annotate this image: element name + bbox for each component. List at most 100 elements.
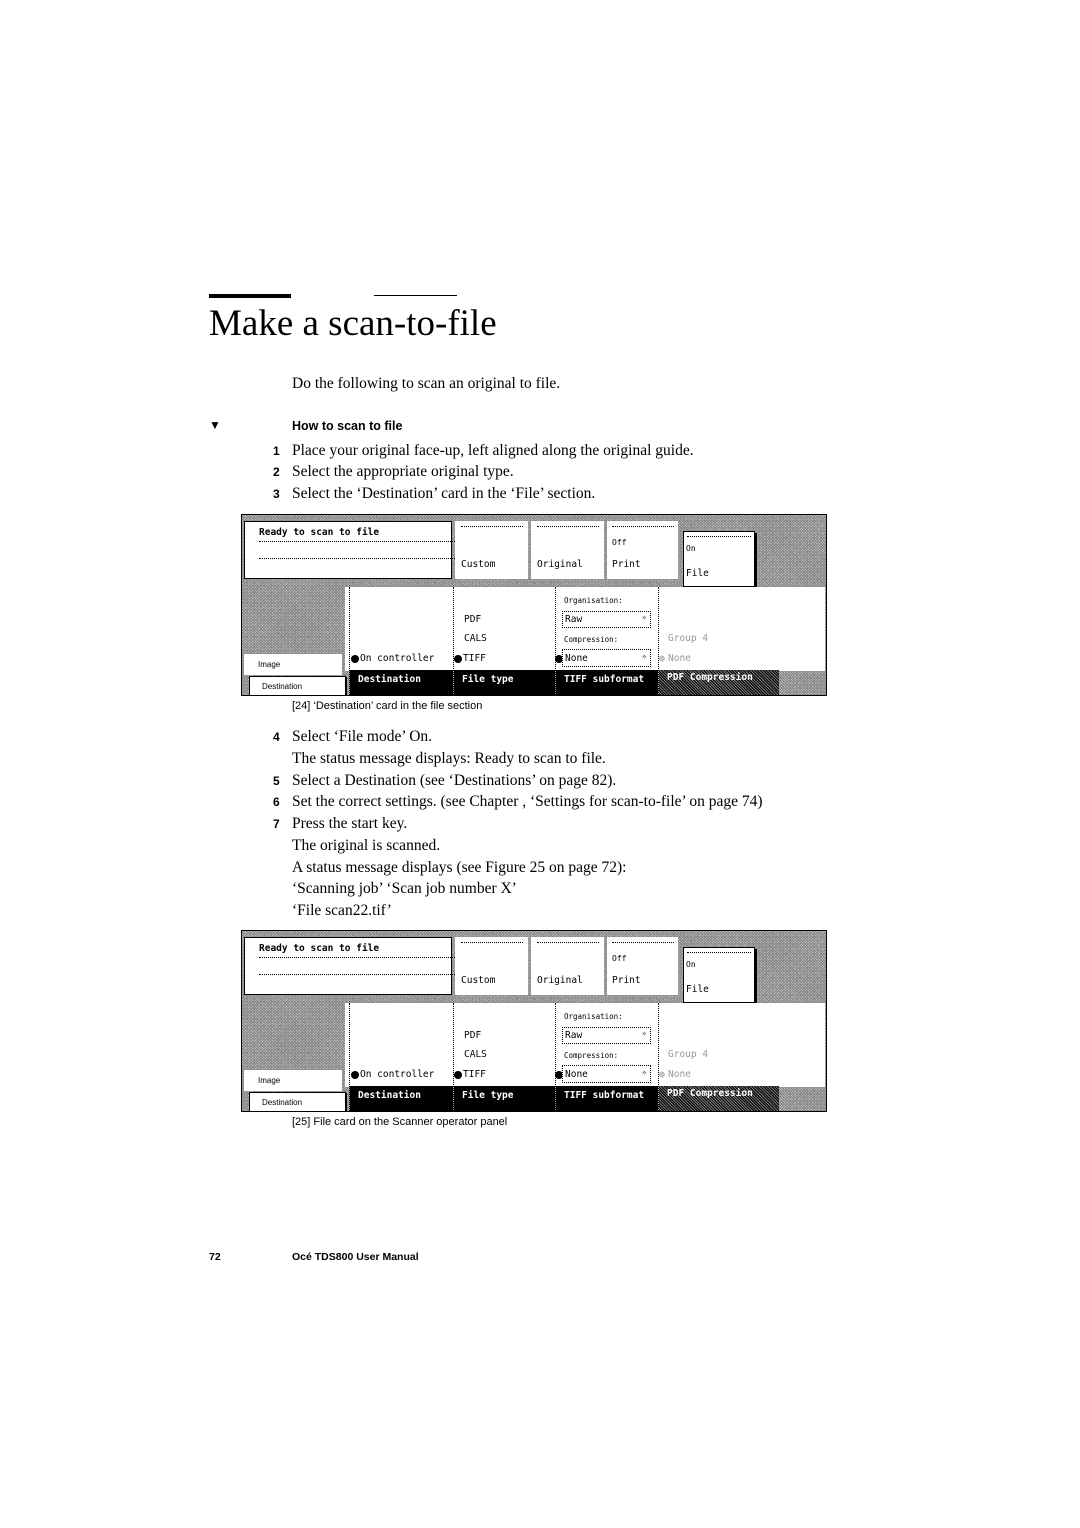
compression-value: None bbox=[565, 1069, 588, 1080]
dotted-line bbox=[612, 526, 674, 527]
radio-selected-icon[interactable] bbox=[454, 655, 462, 663]
original-button[interactable]: Original bbox=[531, 937, 604, 995]
tab-destination[interactable]: Destination bbox=[249, 1092, 346, 1111]
print-state: Off bbox=[612, 954, 627, 963]
print-label: Print bbox=[612, 975, 641, 986]
tab-destination-label: Destination bbox=[262, 1098, 303, 1107]
step-text: Select a Destination (see ‘Destinations’… bbox=[292, 772, 617, 789]
radio-selected-icon[interactable] bbox=[454, 1071, 462, 1079]
tab-destination[interactable]: Destination bbox=[249, 676, 346, 695]
spinner-icon: ✧ bbox=[641, 1068, 647, 1078]
pdf-option-none: None bbox=[668, 653, 691, 664]
header-rule-thick bbox=[209, 294, 291, 298]
file-label: File bbox=[686, 568, 709, 579]
file-button[interactable]: On File bbox=[683, 531, 755, 587]
radio-selected-icon[interactable] bbox=[351, 655, 359, 663]
print-button[interactable]: Off Print bbox=[607, 521, 678, 579]
compression-select[interactable]: None ✧ bbox=[562, 649, 651, 667]
original-label: Original bbox=[537, 559, 583, 570]
dotted-line bbox=[259, 541, 455, 542]
tab-image[interactable]: Image bbox=[244, 654, 342, 675]
step-text: A status message displays (see Figure 25… bbox=[292, 859, 627, 876]
step-number: 2 bbox=[273, 465, 280, 479]
tab-tiff-subformat[interactable]: TIFF subformat bbox=[556, 670, 658, 695]
dotted-line bbox=[259, 974, 455, 975]
compression-label: Compression: bbox=[564, 1051, 619, 1060]
tab-destination-card[interactable]: Destination bbox=[350, 670, 453, 695]
step-text: ‘File scan22.tif’ bbox=[292, 902, 392, 919]
status-message: Ready to scan to file bbox=[259, 943, 380, 954]
filetype-option-tiff[interactable]: TIFF bbox=[463, 1069, 486, 1080]
destination-option[interactable]: On controller bbox=[360, 1069, 434, 1080]
dotted-line bbox=[259, 957, 455, 958]
status-message: Ready to scan to file bbox=[259, 527, 380, 538]
step-text: ‘Scanning job’ ‘Scan job number X’ bbox=[292, 880, 517, 897]
original-label: Original bbox=[537, 975, 583, 986]
compression-select[interactable]: None ✧ bbox=[562, 1065, 651, 1083]
step-text: Set the correct settings. (see Chapter ,… bbox=[292, 793, 763, 810]
tab-image[interactable]: Image bbox=[244, 1070, 342, 1091]
print-state: Off bbox=[612, 538, 627, 547]
custom-label: Custom bbox=[461, 975, 496, 986]
dotted-line bbox=[687, 536, 751, 537]
dotted-line bbox=[259, 558, 455, 559]
footer-manual-title: Océ TDS800 User Manual bbox=[292, 1251, 419, 1263]
step-text: Place your original face-up, left aligne… bbox=[292, 442, 694, 459]
compression-value: None bbox=[565, 653, 588, 664]
dotted-line bbox=[612, 942, 674, 943]
custom-button[interactable]: Custom bbox=[455, 521, 528, 579]
original-button[interactable]: Original bbox=[531, 521, 604, 579]
organisation-value: Raw bbox=[565, 1030, 583, 1041]
step-text: Select ‘File mode’ On. bbox=[292, 728, 433, 745]
filetype-option-pdf[interactable]: PDF bbox=[464, 614, 481, 625]
step-text: Select the ‘Destination’ card in the ‘Fi… bbox=[292, 485, 596, 502]
file-state: On bbox=[686, 544, 696, 553]
tab-destination-card[interactable]: Destination bbox=[350, 1086, 453, 1111]
procedure-triangle-icon: ▼ bbox=[209, 418, 221, 432]
intro-text: Do the following to scan an original to … bbox=[292, 375, 561, 392]
print-button[interactable]: Off Print bbox=[607, 937, 678, 995]
tab-file-type[interactable]: File type bbox=[454, 1086, 555, 1111]
status-box: Ready to scan to file bbox=[244, 937, 455, 995]
custom-label: Custom bbox=[461, 559, 496, 570]
pdf-option-group4: Group 4 bbox=[668, 1049, 709, 1060]
file-state: On bbox=[686, 960, 696, 969]
file-button[interactable]: On File bbox=[683, 947, 755, 1003]
filetype-option-pdf[interactable]: PDF bbox=[464, 1030, 481, 1041]
compression-label: Compression: bbox=[564, 635, 619, 644]
step-number: 4 bbox=[273, 730, 280, 744]
radio-disabled-icon: ◍ bbox=[659, 653, 665, 664]
organisation-select[interactable]: Raw ✧ bbox=[562, 611, 651, 628]
tab-image-label: Image bbox=[258, 1076, 281, 1085]
figure-caption: [24] ‘Destination’ card in the file sect… bbox=[292, 700, 483, 712]
filetype-option-tiff[interactable]: TIFF bbox=[463, 653, 486, 664]
filetype-option-cals[interactable]: CALS bbox=[464, 1049, 487, 1060]
status-box: Ready to scan to file bbox=[244, 521, 455, 579]
spinner-icon: ✧ bbox=[641, 1029, 647, 1039]
spinner-icon: ✧ bbox=[641, 613, 647, 623]
step-text: Press the start key. bbox=[292, 815, 408, 832]
destination-option[interactable]: On controller bbox=[360, 653, 434, 664]
organisation-label: Organisation: bbox=[564, 596, 623, 605]
dotted-line bbox=[461, 942, 523, 943]
step-number: 7 bbox=[273, 817, 280, 831]
tab-pdf-compression: PDF Compression bbox=[659, 1086, 779, 1111]
header-rule-thin bbox=[374, 295, 457, 296]
file-label: File bbox=[686, 984, 709, 995]
tab-pdf-compression: PDF Compression bbox=[659, 670, 779, 695]
tab-tiff-subformat[interactable]: TIFF subformat bbox=[556, 1086, 658, 1111]
radio-selected-icon[interactable] bbox=[351, 1071, 359, 1079]
print-label: Print bbox=[612, 559, 641, 570]
tab-image-label: Image bbox=[258, 660, 281, 669]
step-text: The status message displays: Ready to sc… bbox=[292, 750, 606, 767]
dotted-line bbox=[687, 952, 751, 953]
filetype-option-cals[interactable]: CALS bbox=[464, 633, 487, 644]
dotted-line bbox=[461, 526, 523, 527]
radio-disabled-icon: ◍ bbox=[659, 1069, 665, 1080]
tab-file-type[interactable]: File type bbox=[454, 670, 555, 695]
organisation-select[interactable]: Raw ✧ bbox=[562, 1027, 651, 1044]
page-title: Make a scan-to-file bbox=[209, 303, 497, 344]
step-number: 6 bbox=[273, 795, 280, 809]
dotted-line bbox=[537, 942, 599, 943]
custom-button[interactable]: Custom bbox=[455, 937, 528, 995]
